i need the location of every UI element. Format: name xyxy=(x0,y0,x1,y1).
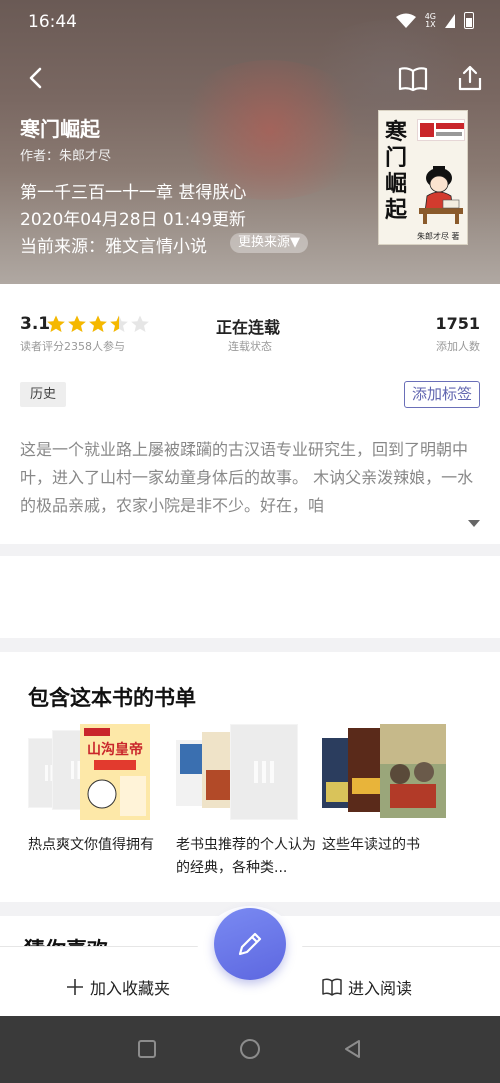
booklist-name: 老书虫推荐的个人认为的经典，各种类... xyxy=(176,837,316,876)
cover-title: 寒 门 崛 起 xyxy=(385,119,409,223)
book-author[interactable]: 作者：朱郎才尽 xyxy=(20,145,111,164)
cover-signature: 朱郎才尽 著 xyxy=(417,232,460,241)
update-time: 2020年04月28日 01:49更新 xyxy=(20,210,246,230)
booklists-section: 包含这本书的书单 山沟皇帝 热点爽文你值得拥有 老书虫推荐的个人认为的经典，各种… xyxy=(0,652,500,902)
booklist-covers: 山沟皇帝 xyxy=(28,724,178,824)
signal-icon xyxy=(445,13,455,28)
write-review-button[interactable] xyxy=(214,908,286,980)
booklist-name: 这些年读过的书 xyxy=(322,837,420,853)
add-to-shelf-button[interactable]: 加入收藏夹 xyxy=(66,975,170,999)
pencil-icon xyxy=(238,932,262,956)
system-nav-bar xyxy=(0,1016,500,1083)
star-icon xyxy=(89,315,107,332)
rating-caption: 读者评分2358人参与 xyxy=(20,340,125,353)
publisher-logo xyxy=(417,119,465,141)
status-bar: 16:44 4G 1X xyxy=(0,0,500,44)
cover-char: 起 xyxy=(385,197,408,223)
plus-icon xyxy=(67,979,83,995)
booklist-card[interactable]: 老书虫推荐的个人认为的经典，各种类... xyxy=(176,724,326,880)
expand-arrow-icon[interactable] xyxy=(468,520,480,527)
svg-text:山沟皇帝: 山沟皇帝 xyxy=(87,741,143,758)
back-nav-icon[interactable] xyxy=(342,1038,364,1060)
book-thumbnail: 山沟皇帝 xyxy=(80,724,150,820)
wifi-icon xyxy=(395,13,416,28)
booklist-covers xyxy=(322,724,472,824)
serial-status-caption: 连载状态 xyxy=(228,340,272,353)
switch-source-button[interactable]: 更换来源▼ xyxy=(230,233,308,253)
book-info-card: 3.1 读者评分2358人参与 正在连载 连载状态 1751 添加人数 历史 添… xyxy=(0,284,500,544)
current-source: 当前来源：雅文言情小说 xyxy=(20,237,207,257)
booklist-card[interactable]: 山沟皇帝 热点爽文你值得拥有 xyxy=(28,724,178,857)
status-time: 16:44 xyxy=(28,12,77,32)
cover-char: 寒 xyxy=(385,119,408,145)
recents-icon[interactable] xyxy=(138,1040,156,1058)
star-icon xyxy=(47,315,65,332)
booklist-name: 热点爽文你值得拥有 xyxy=(28,837,154,853)
cover-char: 门 xyxy=(385,145,408,171)
book-thumbnail xyxy=(380,724,446,818)
add-to-shelf-label: 加入收藏夹 xyxy=(90,979,171,998)
book-synopsis[interactable]: 这是一个就业路上屡被蹂躏的古汉语专业研究生，回到了明朝中叶，进入了山村一家幼童身… xyxy=(20,436,482,522)
booklist-covers xyxy=(176,724,326,824)
serial-status: 正在连载 xyxy=(216,318,281,337)
book-header: 16:44 4G 1X 寒门崛起 作者：朱郎才尽 第一千三百一十一章 甚得朕心 … xyxy=(0,0,500,284)
star-icon xyxy=(68,315,86,332)
open-book-icon[interactable] xyxy=(398,66,428,92)
add-count: 1751 xyxy=(435,314,480,333)
network-indicator: 4G 1X xyxy=(425,12,436,29)
book-title: 寒门崛起 xyxy=(20,117,100,141)
add-count-caption: 添加人数 xyxy=(436,340,480,353)
star-icon xyxy=(131,315,149,332)
blank-section xyxy=(0,556,500,638)
booklists-title: 包含这本书的书单 xyxy=(28,686,196,710)
cover-char: 崛 xyxy=(385,171,408,197)
battery-icon xyxy=(464,12,474,29)
rating-stars xyxy=(46,314,150,334)
cover-illustration xyxy=(419,166,463,224)
network-type-secondary: 1X xyxy=(425,19,436,29)
read-book-icon xyxy=(322,978,342,996)
back-icon[interactable] xyxy=(24,64,48,92)
tag-history[interactable]: 历史 xyxy=(20,382,67,407)
start-reading-label: 进入阅读 xyxy=(348,979,413,998)
booklist-card[interactable]: 这些年读过的书 xyxy=(322,724,472,857)
book-cover[interactable]: 寒 门 崛 起 朱郎才尽 著 xyxy=(378,110,468,245)
share-icon[interactable] xyxy=(456,64,484,92)
star-icon xyxy=(110,315,128,332)
home-icon[interactable] xyxy=(240,1039,260,1059)
latest-chapter[interactable]: 第一千三百一十一章 甚得朕心 xyxy=(20,178,246,203)
add-tag-button[interactable]: 添加标签 xyxy=(403,381,480,408)
start-reading-button[interactable]: 进入阅读 xyxy=(322,975,412,999)
